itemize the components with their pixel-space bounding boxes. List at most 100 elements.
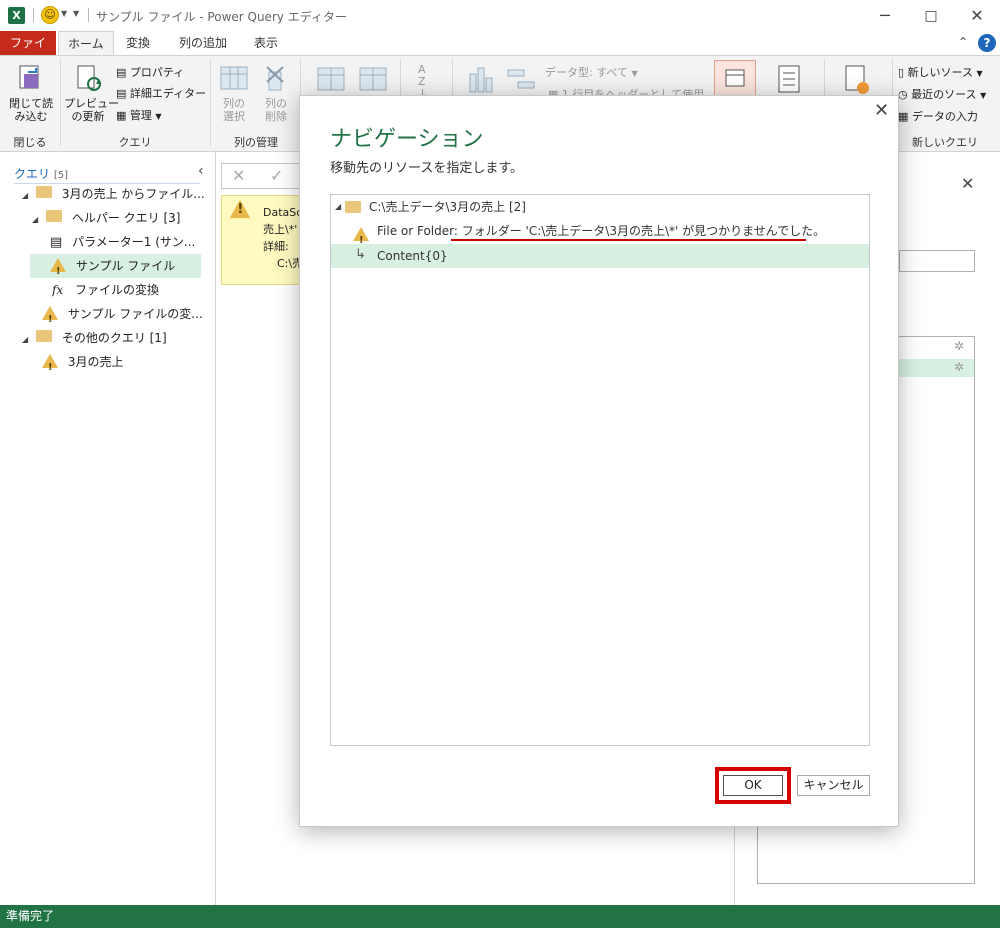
collapse-pane-icon[interactable]: ‹ [198, 163, 204, 179]
quick-access-customize-icon[interactable]: ▼ [73, 9, 79, 18]
tab-add-column[interactable]: 列の追加 [170, 31, 236, 55]
tree-root-label: C:\売上データ\3月の売上 [2] [369, 200, 526, 214]
query-group-march-sales[interactable]: ◢ 3月の売上 からファイル... [22, 182, 212, 206]
manage-parameters-icon[interactable] [776, 64, 802, 94]
query-item-sample-file-transform[interactable]: サンプル ファイルの変... [42, 302, 212, 326]
feedback-smiley-icon[interactable]: ☺ [41, 6, 59, 24]
error-underline-annotation [451, 239, 806, 241]
help-icon[interactable]: ? [978, 34, 996, 52]
collapse-triangle-icon: ◢ [335, 202, 342, 211]
queries-count: [5] [53, 170, 69, 181]
queries-pane: クエリ [5] ‹ ◢ 3月の売上 からファイル... ◢ ヘルパー クエリ [… [0, 152, 216, 905]
minimize-button[interactable]: ─ [862, 4, 908, 28]
cancel-button[interactable]: キャンセル [797, 775, 870, 796]
query-item-label: パラメーター1 (サン... [72, 235, 196, 249]
manage-icon: ▦ [116, 109, 127, 122]
tab-file[interactable]: ファイル [0, 31, 56, 74]
table-icon: ▦ [898, 110, 909, 123]
advanced-editor-label: 詳細エディター [129, 87, 207, 100]
commit-formula-icon[interactable]: ✓ [270, 166, 283, 185]
remove-rows-icon[interactable] [358, 64, 388, 94]
data-type-dropdown[interactable]: データ型: すべて ▼ [545, 64, 638, 80]
tree-content-row[interactable]: ↳ Content{0} [331, 244, 869, 268]
chevron-down-icon[interactable]: ▼ [61, 9, 67, 18]
excel-icon: X [8, 7, 25, 24]
tab-view[interactable]: 表示 [245, 31, 287, 55]
close-window-button[interactable]: ✕ [954, 4, 1000, 28]
properties-button[interactable]: ▤ プロパティ [116, 64, 184, 80]
query-group-label: ヘルパー クエリ [3] [71, 211, 181, 225]
query-group-label: 3月の売上 からファイル... [61, 187, 205, 201]
query-group-other[interactable]: ◢ その他のクエリ [1] [22, 326, 212, 350]
chevron-down-icon: ▼ [155, 112, 162, 121]
window-title: サンプル ファイル - Power Query エディター [96, 10, 347, 24]
collapse-triangle-icon: ◢ [22, 335, 29, 344]
new-source-button[interactable]: ▯ 新しいソース ▼ [898, 64, 983, 80]
ribbon-tabs: ファイル ホーム 変換 列の追加 表示 ⌃ ? [0, 31, 1000, 74]
remove-columns-label: 列の 削除 [265, 97, 287, 123]
recent-sources-button[interactable]: ◷ 最近のソース ▼ [898, 86, 986, 102]
query-item-parameter1[interactable]: ▤ パラメーター1 (サン... [50, 230, 210, 254]
warning-icon [353, 227, 369, 253]
folder-icon [345, 201, 361, 213]
group-query-label: クエリ [118, 136, 152, 149]
query-item-sample-file[interactable]: サンプル ファイル [30, 254, 201, 278]
error-line: C:\売 [277, 257, 304, 270]
name-input[interactable] [899, 250, 975, 272]
new-source-label: 新しいソース [907, 66, 974, 79]
chevron-down-icon: ▼ [631, 69, 638, 78]
remove-columns-button[interactable]: 列の 削除 [258, 64, 294, 123]
warning-icon [229, 199, 251, 219]
choose-columns-button[interactable]: 列の 選択 [216, 64, 252, 123]
close-load-button[interactable]: 閉じて読 み込む [8, 62, 54, 123]
collapse-triangle-icon: ◢ [32, 215, 39, 224]
advanced-editor-button[interactable]: ▤ 詳細エディター [116, 85, 206, 101]
properties-label: プロパティ [129, 66, 185, 79]
ok-button[interactable]: OK [723, 775, 783, 796]
gear-icon[interactable]: ✲ [954, 360, 964, 374]
refresh-icon [77, 65, 101, 91]
combine-files-button[interactable] [714, 60, 756, 100]
recent-sources-label: 最近のソース [911, 88, 977, 101]
collapse-ribbon-icon[interactable]: ⌃ [958, 35, 968, 49]
warning-icon [42, 306, 58, 326]
title-separator [33, 8, 34, 22]
keep-rows-icon[interactable] [316, 64, 346, 94]
query-item-label: サンプル ファイル [75, 259, 176, 273]
parameter-icon: ▤ [50, 235, 63, 250]
gear-icon[interactable]: ✲ [954, 339, 964, 353]
preview-refresh-button[interactable]: プレビュー の更新 [64, 62, 119, 123]
query-group-helper[interactable]: ◢ ヘルパー クエリ [3] [32, 206, 212, 230]
close-load-label: 閉じて読 み込む [9, 97, 53, 123]
folder-icon [35, 330, 52, 342]
queries-header: クエリ [5] [14, 165, 68, 182]
data-type-label: データ型: すべて [545, 66, 628, 79]
group-by-icon[interactable] [506, 66, 536, 94]
cancel-formula-icon[interactable]: ✕ [232, 166, 245, 185]
queries-title: クエリ [14, 167, 51, 181]
status-bar: 準備完了 [0, 905, 1000, 928]
ribbon-separator [210, 60, 211, 146]
enter-data-label: データの入力 [911, 110, 978, 123]
clock-icon: ◷ [898, 88, 908, 101]
query-item-march-sales[interactable]: 3月の売上 [42, 350, 212, 374]
warning-icon [50, 258, 66, 278]
restore-button[interactable]: □ [908, 4, 954, 28]
dialog-subtitle: 移動先のリソースを指定します。 [330, 161, 524, 176]
tab-home[interactable]: ホーム [58, 31, 114, 55]
query-item-transform-file[interactable]: fx ファイルの変換 [52, 278, 210, 302]
query-item-label: 3月の売上 [67, 355, 124, 369]
tab-transform[interactable]: 変換 [117, 31, 159, 55]
split-column-icon[interactable] [466, 66, 494, 94]
title-separator [88, 8, 89, 22]
close-load-icon [19, 65, 39, 89]
close-pane-icon[interactable]: ✕ [961, 174, 974, 193]
manage-button[interactable]: ▦ 管理 ▼ [116, 107, 162, 123]
close-dialog-icon[interactable]: ✕ [874, 100, 889, 121]
enter-data-button[interactable]: ▦ データの入力 [898, 108, 978, 124]
manage-label: 管理 [129, 109, 152, 122]
chevron-down-icon: ▼ [980, 91, 987, 100]
tree-root-folder[interactable]: ◢ C:\売上データ\3月の売上 [2] [331, 195, 869, 219]
data-source-settings-icon[interactable] [842, 64, 872, 96]
group-close-label: 閉じる [13, 136, 47, 149]
